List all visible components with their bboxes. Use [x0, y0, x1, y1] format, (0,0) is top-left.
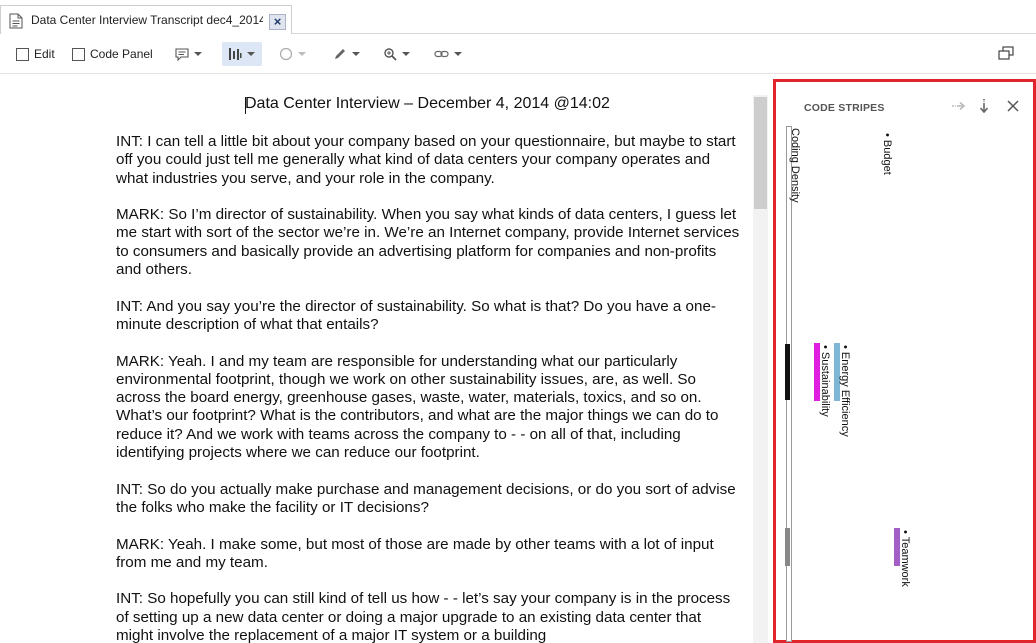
sustainability-code-label[interactable]: • Sustainability: [819, 345, 831, 417]
code-stripes-icon: [229, 48, 242, 60]
pen-button[interactable]: [333, 42, 360, 66]
code-stripes-title: CODE STRIPES: [804, 102, 885, 114]
zoom-button[interactable]: [383, 42, 410, 66]
code-panel-label: Code Panel: [90, 47, 153, 61]
code-panel-checkbox[interactable]: [72, 48, 85, 61]
link-button[interactable]: [434, 42, 462, 66]
scrollbar-thumb[interactable]: [754, 97, 767, 209]
comment-icon: [175, 47, 189, 61]
transcript-paragraph: INT: So hopefully you can still kind of …: [116, 590, 731, 643]
coding-density-label: Coding Density: [789, 128, 801, 203]
chevron-down-icon: [352, 52, 360, 56]
transcript-paragraph: INT: So do you actually make purchase an…: [116, 480, 736, 516]
close-icon[interactable]: [1005, 98, 1021, 114]
tab-close-button[interactable]: ×: [269, 14, 286, 30]
transcript-paragraph: INT: And you say you’re the director of …: [116, 297, 716, 333]
circle-icon: [279, 47, 293, 61]
code-stripes-button[interactable]: [222, 42, 262, 66]
density-bar: [785, 528, 790, 566]
code-stripes-panel: CODE STRIPES Coding Density • Sustainabi…: [773, 79, 1036, 643]
arrow-down-icon[interactable]: [976, 98, 992, 114]
link-icon: [434, 50, 449, 58]
document-tab-bar: Data Center Interview Transcript dec4_20…: [0, 0, 1036, 34]
document-scrollbar[interactable]: [753, 95, 768, 643]
edit-label: Edit: [34, 47, 55, 61]
chevron-down-icon: [454, 52, 462, 56]
pen-icon: [335, 49, 345, 59]
arrow-right-icon[interactable]: [950, 98, 966, 114]
tab-title: Data Center Interview Transcript dec4_20…: [31, 13, 263, 27]
energy-efficiency-code-label[interactable]: • Energy Efficiency: [839, 345, 851, 437]
zoom-icon: [384, 48, 397, 61]
transcript-paragraph: INT: I can tell a little bit about your …: [116, 133, 736, 187]
document-toolbar: Edit Code Panel: [0, 34, 1036, 74]
document-tab[interactable]: Data Center Interview Transcript dec4_20…: [0, 5, 292, 34]
document-title: Data Center Interview – December 4, 2014…: [245, 95, 610, 112]
chevron-down-icon: [247, 52, 255, 56]
annotations-button[interactable]: [175, 42, 202, 66]
density-bar: [785, 344, 790, 400]
chevron-down-icon: [298, 52, 306, 56]
chevron-down-icon: [194, 52, 202, 56]
document-body[interactable]: INT: I can tell a little bit about your …: [116, 133, 742, 643]
budget-code-label[interactable]: • Budget: [881, 133, 893, 175]
transcript-paragraph: MARK: Yeah. I make some, but most of tho…: [116, 535, 714, 571]
document-view[interactable]: Data Center Interview – December 4, 2014…: [0, 75, 770, 643]
chevron-down-icon: [402, 52, 410, 56]
teamwork-code-label[interactable]: • Teamwork: [899, 530, 911, 587]
document-icon: [9, 13, 23, 29]
window-restore-icon[interactable]: [998, 46, 1014, 61]
edit-checkbox[interactable]: [16, 48, 29, 61]
transcript-paragraph: MARK: Yeah. I and my team are responsibl…: [116, 352, 719, 462]
transcript-paragraph: MARK: So I’m director of sustainability.…: [116, 206, 740, 279]
highlight-button[interactable]: [279, 42, 306, 66]
